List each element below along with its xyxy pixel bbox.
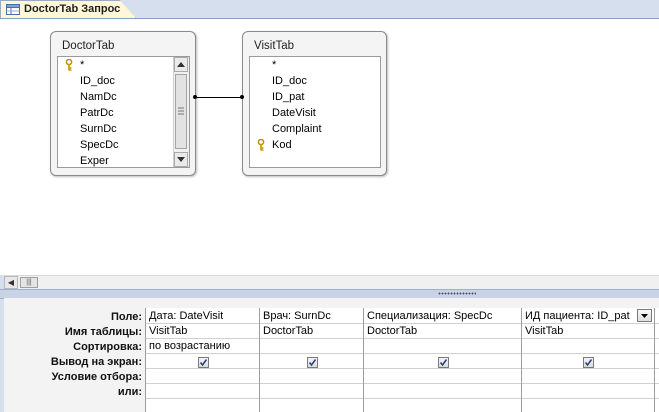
query-tab-title: DoctorTab Запрос bbox=[24, 3, 121, 15]
arrow-up-icon bbox=[177, 62, 185, 67]
row-label-sort: Сортировка: bbox=[73, 341, 142, 353]
table-cell[interactable]: VisitTab bbox=[149, 324, 187, 339]
show-checkbox[interactable] bbox=[307, 357, 318, 368]
scroll-thumb[interactable]: ||| bbox=[20, 277, 38, 288]
show-checkbox[interactable] bbox=[438, 357, 449, 368]
table-cell[interactable]: VisitTab bbox=[525, 324, 563, 339]
relationship-join-line[interactable] bbox=[194, 97, 243, 98]
scroll-thumb[interactable] bbox=[175, 74, 187, 149]
primary-key-icon bbox=[257, 138, 265, 151]
grid-column[interactable]: Специализация: SpecDc DoctorTab bbox=[363, 308, 521, 412]
checkmark-icon bbox=[439, 359, 448, 367]
design-pane-horizontal-scrollbar[interactable]: ◀ ||| bbox=[4, 275, 659, 290]
field-item[interactable]: ID_doc bbox=[272, 73, 307, 89]
grid-column[interactable]: Врач: SurnDc DoctorTab bbox=[259, 308, 363, 412]
sort-cell[interactable]: по возрастанию bbox=[149, 339, 230, 354]
field-list-title: VisitTab bbox=[254, 40, 295, 52]
join-endpoint bbox=[193, 95, 197, 99]
field-item[interactable]: NamDc bbox=[80, 89, 117, 105]
field-list-visittab[interactable]: VisitTab * ID_doc ID_pat DateVisit Compl… bbox=[242, 31, 387, 176]
field-list-scrollbar[interactable] bbox=[173, 57, 189, 167]
field-item[interactable]: * bbox=[272, 57, 276, 73]
show-checkbox[interactable] bbox=[198, 357, 209, 368]
field-item[interactable]: SurnDc bbox=[80, 121, 117, 137]
field-list-doctortab[interactable]: DoctorTab * ID_doc NamDc PatrDc SurnDc S… bbox=[50, 31, 196, 176]
field-item[interactable]: SpecDc bbox=[80, 137, 119, 153]
show-checkbox[interactable] bbox=[583, 357, 594, 368]
field-item[interactable]: DateVisit bbox=[272, 105, 316, 121]
row-label-field: Поле: bbox=[111, 311, 142, 323]
checkmark-icon bbox=[199, 359, 208, 367]
field-cell[interactable]: Врач: SurnDc bbox=[263, 309, 331, 324]
field-item[interactable]: Kod bbox=[272, 137, 292, 153]
row-label-show: Вывод на экран: bbox=[50, 356, 142, 368]
primary-key-icon bbox=[65, 58, 73, 71]
checkmark-icon bbox=[584, 359, 593, 367]
row-label-or: или: bbox=[117, 386, 142, 398]
field-item[interactable]: ID_pat bbox=[272, 89, 304, 105]
join-endpoint bbox=[240, 95, 244, 99]
field-cell[interactable]: ИД пациента: ID_pat bbox=[525, 309, 635, 324]
field-cell[interactable]: Дата: DateVisit bbox=[149, 309, 223, 324]
grid-column[interactable]: Дата: DateVisit VisitTab по возрастанию bbox=[145, 308, 259, 412]
field-list-title: DoctorTab bbox=[62, 40, 115, 52]
field-list-box[interactable]: * ID_doc NamDc PatrDc SurnDc SpecDc Expe… bbox=[57, 56, 190, 168]
table-cell[interactable]: DoctorTab bbox=[367, 324, 417, 339]
query-design-grid: Поле: Имя таблицы: Сортировка: Вывод на … bbox=[4, 298, 659, 412]
grid-columns: Дата: DateVisit VisitTab по возрастанию … bbox=[145, 308, 659, 412]
query-tab[interactable]: DoctorTab Запрос bbox=[0, 0, 136, 18]
arrow-down-icon bbox=[177, 157, 185, 162]
row-label-table: Имя таблицы: bbox=[64, 326, 142, 338]
scroll-left-button[interactable]: ◀ bbox=[4, 276, 18, 289]
query-icon bbox=[6, 4, 20, 15]
grid-column[interactable]: ИД пациента: ID_pat VisitTab bbox=[521, 308, 655, 412]
field-item[interactable]: ID_doc bbox=[80, 73, 115, 89]
field-list-box[interactable]: * ID_doc ID_pat DateVisit Complaint Kod bbox=[249, 56, 381, 168]
document-tab-bar: DoctorTab Запрос bbox=[0, 0, 659, 19]
table-cell[interactable]: DoctorTab bbox=[263, 324, 313, 339]
scroll-down-button[interactable] bbox=[174, 152, 188, 167]
scroll-up-button[interactable] bbox=[174, 57, 188, 72]
checkmark-icon bbox=[308, 359, 317, 367]
field-dropdown-button[interactable] bbox=[637, 309, 652, 322]
field-item[interactable]: Exper bbox=[80, 153, 109, 167]
dropdown-arrow-icon bbox=[641, 314, 648, 318]
field-item[interactable]: Complaint bbox=[272, 121, 322, 137]
table-design-pane: DoctorTab * ID_doc NamDc PatrDc SurnDc S… bbox=[0, 19, 659, 275]
field-cell[interactable]: Специализация: SpecDc bbox=[367, 309, 492, 324]
field-item[interactable]: * bbox=[80, 57, 84, 73]
splitter-grip[interactable] bbox=[438, 292, 476, 295]
field-item[interactable]: PatrDc bbox=[80, 105, 114, 121]
row-label-criteria: Условие отбора: bbox=[51, 371, 142, 383]
